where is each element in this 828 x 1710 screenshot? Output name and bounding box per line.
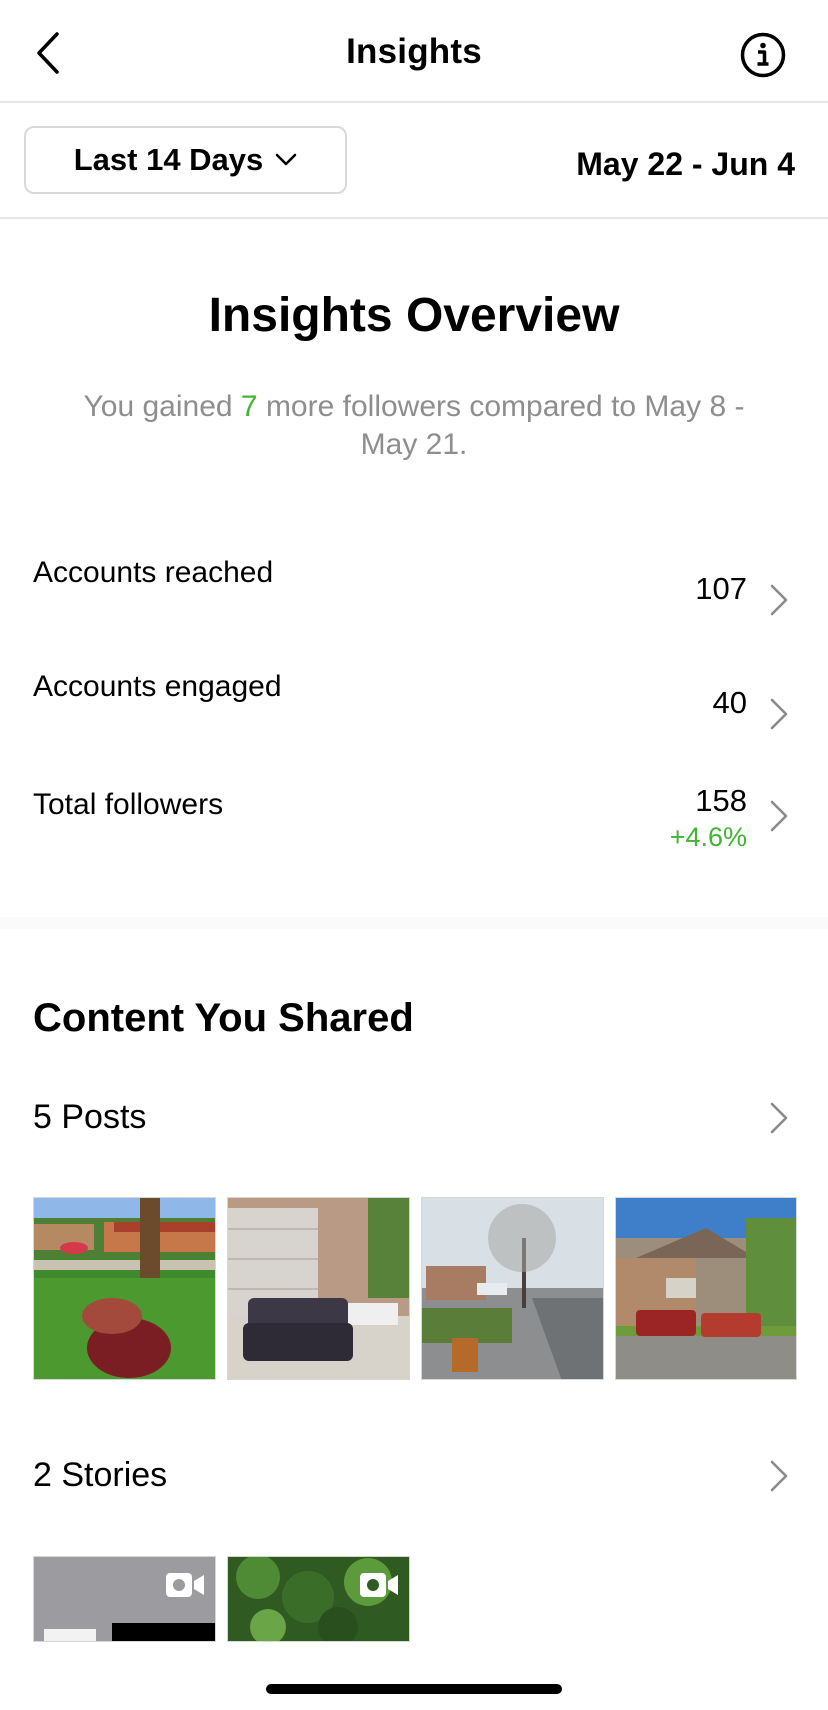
- metric-row-accounts-reached[interactable]: Accounts reached 107: [0, 548, 828, 628]
- top-bar: Insights: [0, 0, 828, 103]
- chevron-right-icon: [770, 584, 788, 616]
- post-image-red-sofas: [616, 1198, 796, 1379]
- story-image-grey-screen: [34, 1557, 215, 1641]
- chevron-right-icon: [770, 698, 788, 730]
- metric-label: Accounts engaged: [33, 670, 282, 703]
- chevron-down-icon: [276, 153, 297, 166]
- post-image-grey-sofa: [228, 1198, 409, 1379]
- metric-label: Total followers: [33, 788, 224, 821]
- story-thumbnail[interactable]: [227, 1556, 410, 1642]
- date-range-label: May 22 - Jun 4: [576, 146, 795, 182]
- page-title: Insights: [346, 32, 482, 71]
- section-divider: [0, 917, 828, 929]
- chevron-right-icon: [770, 1102, 788, 1134]
- posts-row[interactable]: 5 Posts: [0, 1090, 828, 1150]
- metric-value: 158: [695, 783, 747, 818]
- period-dropdown[interactable]: Last 14 Days: [24, 126, 347, 194]
- video-camera-icon: [166, 1573, 204, 1597]
- stories-row[interactable]: 2 Stories: [0, 1448, 828, 1508]
- video-camera-icon: [360, 1573, 398, 1597]
- post-thumbnail[interactable]: [615, 1197, 797, 1380]
- posts-count-label: 5 Posts: [33, 1098, 147, 1136]
- metric-row-total-followers[interactable]: Total followers 158 +4.6%: [0, 780, 828, 880]
- period-dropdown-label: Last 14 Days: [73, 142, 264, 177]
- overview-title: Insights Overview: [208, 289, 620, 342]
- metric-row-accounts-engaged[interactable]: Accounts engaged 40: [0, 662, 828, 742]
- summary-text-after: more followers compared to May 8 - May 2…: [257, 390, 745, 461]
- chevron-right-icon: [770, 1460, 788, 1492]
- date-filter-bar: Last 14 Days May 22 - Jun 4: [0, 103, 828, 219]
- post-image-wooden-chair-street: [422, 1198, 603, 1379]
- summary-text-before: You gained: [83, 390, 241, 423]
- post-thumbnail[interactable]: [33, 1197, 216, 1380]
- metric-value: 107: [695, 571, 747, 606]
- post-thumbnail[interactable]: [421, 1197, 604, 1380]
- stories-count-label: 2 Stories: [33, 1456, 168, 1494]
- follower-gain-count: 7: [240, 390, 258, 423]
- content-section-title: Content You Shared: [33, 996, 414, 1040]
- chevron-right-icon: [770, 800, 788, 832]
- story-thumbnail[interactable]: [33, 1556, 216, 1642]
- post-thumbnail[interactable]: [227, 1197, 410, 1380]
- info-icon: [740, 32, 786, 78]
- story-image-green-leaves: [228, 1557, 409, 1641]
- post-image-red-armchair: [34, 1198, 215, 1379]
- home-indicator[interactable]: [266, 1684, 562, 1694]
- metric-value: 40: [712, 685, 747, 720]
- metric-label: Accounts reached: [33, 556, 274, 589]
- info-button[interactable]: [740, 32, 786, 78]
- follower-change-percent: +4.6%: [669, 822, 747, 852]
- overview-summary: You gained 7 more followers compared to …: [60, 388, 768, 464]
